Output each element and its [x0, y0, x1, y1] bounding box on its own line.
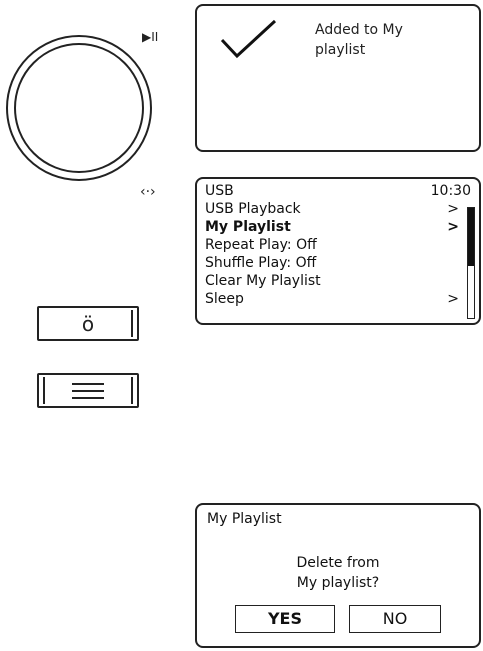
rotary-knob-inner-ring	[14, 43, 144, 173]
delete-confirm-screen: My Playlist Delete from My playlist? YES…	[195, 503, 481, 648]
check-icon	[220, 19, 277, 59]
chevron-right-icon: >	[447, 219, 459, 235]
navigate-icon: ‹·›	[140, 184, 156, 200]
alarm-icon: ӧ	[81, 311, 95, 336]
menu-item-repeat-play[interactable]: Repeat Play: Off	[205, 236, 471, 254]
menu-header: USB 10:30	[205, 182, 471, 200]
scrollbar[interactable]	[467, 207, 475, 319]
confirm-line-1: Delete from	[296, 555, 380, 571]
menu-item-label: Clear My Playlist	[205, 273, 321, 289]
menu-item-my-playlist[interactable]: My Playlist >	[205, 218, 471, 236]
chevron-right-icon: >	[447, 291, 459, 307]
usb-menu-screen: USB 10:30 USB Playback > My Playlist > R…	[195, 177, 481, 325]
menu-item-label: Sleep	[205, 291, 244, 307]
menu-item-shuffle-play[interactable]: Shuffle Play: Off	[205, 254, 471, 272]
menu-button[interactable]	[37, 373, 139, 408]
clock-time: 10:30	[430, 183, 471, 199]
scrollbar-thumb[interactable]	[468, 208, 474, 266]
confirm-message: Delete from My playlist?	[197, 553, 479, 593]
menu-item-label: Shuffle Play: Off	[205, 255, 317, 271]
menu-item-sleep[interactable]: Sleep >	[205, 290, 471, 308]
menu-icon	[72, 382, 104, 399]
added-message: Added to My playlist	[315, 22, 403, 58]
menu-item-label: My Playlist	[205, 219, 291, 235]
chevron-right-icon: >	[447, 201, 459, 217]
no-button[interactable]: NO	[349, 605, 441, 633]
menu-item-label: Repeat Play: Off	[205, 237, 317, 253]
added-confirmation-screen: Added to My playlist	[195, 4, 481, 152]
menu-item-usb-playback[interactable]: USB Playback >	[205, 200, 471, 218]
menu-list: USB 10:30 USB Playback > My Playlist > R…	[205, 182, 471, 308]
menu-item-clear-my-playlist[interactable]: Clear My Playlist	[205, 272, 471, 290]
menu-title: USB	[205, 183, 234, 199]
menu-item-label: USB Playback	[205, 201, 301, 217]
alarm-button[interactable]: ӧ	[37, 306, 139, 341]
screen-title: My Playlist	[207, 511, 282, 527]
confirm-line-2: My playlist?	[296, 575, 380, 591]
yes-button[interactable]: YES	[235, 605, 335, 633]
play-pause-icon: ▶II	[142, 30, 159, 44]
